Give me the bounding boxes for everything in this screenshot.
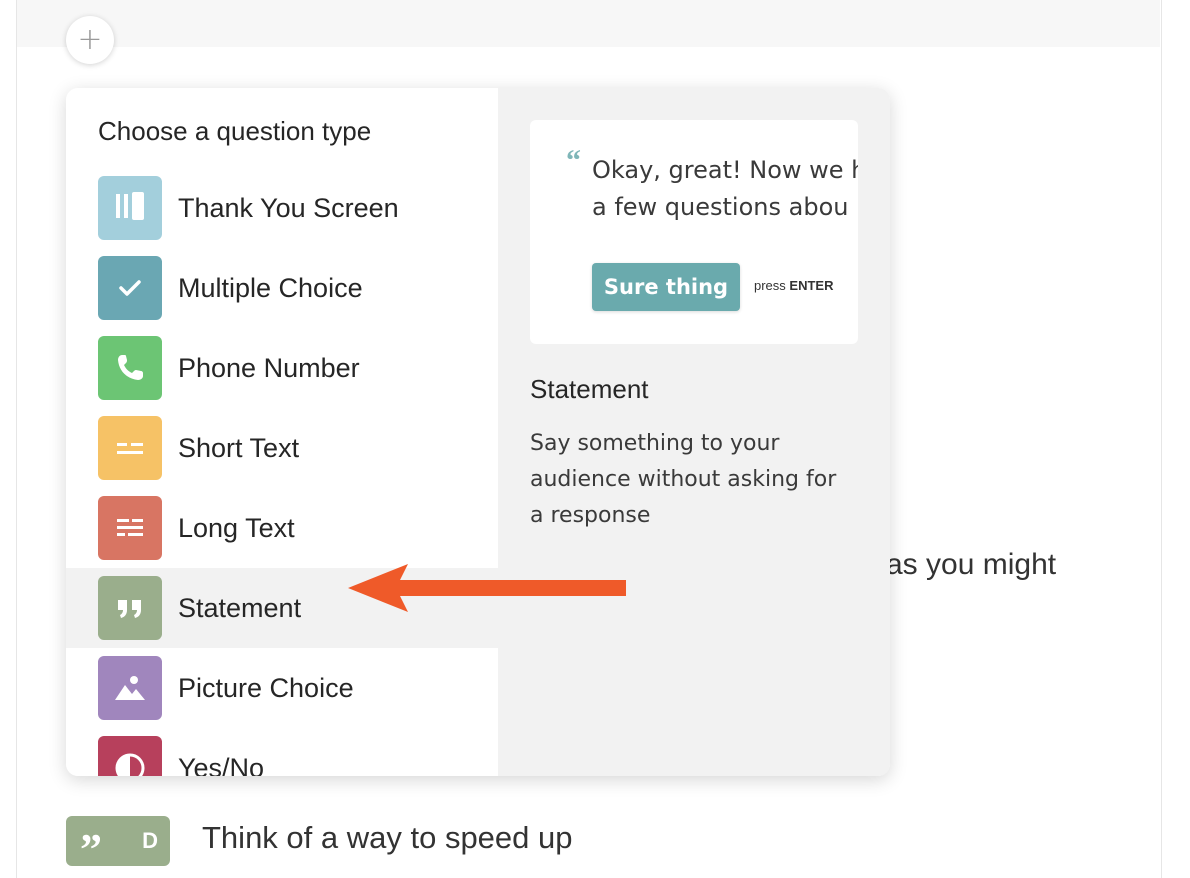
quote-icon	[98, 576, 162, 640]
quote-icon: ”	[80, 825, 102, 874]
question-type-short-text[interactable]: Short Text	[66, 408, 498, 488]
detail-description: Say something to your audience without a…	[530, 431, 837, 528]
question-type-yes-no[interactable]: Yes/No	[66, 728, 498, 776]
short-text-icon	[98, 416, 162, 480]
detail-title: Statement	[530, 374, 649, 404]
background-block-title[interactable]: Think of a way to speed up	[202, 820, 573, 856]
yes-no-icon	[98, 736, 162, 776]
question-type-label: Multiple Choice	[178, 273, 363, 303]
menu-title: Choose a question type	[98, 116, 372, 146]
press-enter-hint: press ENTER	[754, 278, 833, 293]
question-type-long-text[interactable]: Long Text	[66, 488, 498, 568]
preview-statement-text: Okay, great! Now we h a few questions ab…	[592, 152, 858, 226]
question-type-label: Statement	[178, 593, 302, 623]
phone-icon	[98, 336, 162, 400]
preview-card: “ Okay, great! Now we h a few questions …	[530, 120, 858, 344]
question-type-label: Yes/No	[178, 753, 265, 776]
question-type-label: Short Text	[178, 433, 300, 463]
block-badge: D	[142, 828, 158, 853]
question-type-phone-number[interactable]: Phone Number	[66, 328, 498, 408]
background-statement-block-icon[interactable]: ” D	[66, 816, 170, 872]
add-block-button[interactable]: +	[66, 16, 114, 64]
question-type-thank-you-screen[interactable]: Thank You Screen	[66, 168, 498, 248]
question-type-label: Long Text	[178, 513, 295, 543]
question-type-picture-choice[interactable]: Picture Choice	[66, 648, 498, 728]
question-type-label: Phone Number	[178, 353, 360, 383]
press-key: ENTER	[789, 278, 834, 293]
preview-line: a few questions abou	[592, 193, 849, 221]
preview-sure-thing-button: Sure thing	[592, 263, 740, 311]
background-question-text[interactable]: as you might	[886, 548, 1056, 582]
top-band	[17, 0, 1160, 47]
question-type-label: Picture Choice	[178, 673, 354, 703]
annotation-arrow-icon	[348, 564, 626, 612]
question-type-menu: Choose a question type Thank You Screen …	[66, 88, 890, 776]
thank-you-screen-icon	[98, 176, 162, 240]
picture-icon	[98, 656, 162, 720]
long-text-icon	[98, 496, 162, 560]
question-type-multiple-choice[interactable]: Multiple Choice	[66, 248, 498, 328]
question-type-list-panel: Choose a question type Thank You Screen …	[66, 88, 498, 776]
question-type-label: Thank You Screen	[178, 193, 399, 223]
quote-icon: “	[566, 144, 581, 177]
press-label: press	[754, 278, 786, 293]
check-icon	[98, 256, 162, 320]
question-type-preview-panel: “ Okay, great! Now we h a few questions …	[498, 88, 890, 776]
preview-line: Okay, great! Now we h	[592, 156, 858, 184]
